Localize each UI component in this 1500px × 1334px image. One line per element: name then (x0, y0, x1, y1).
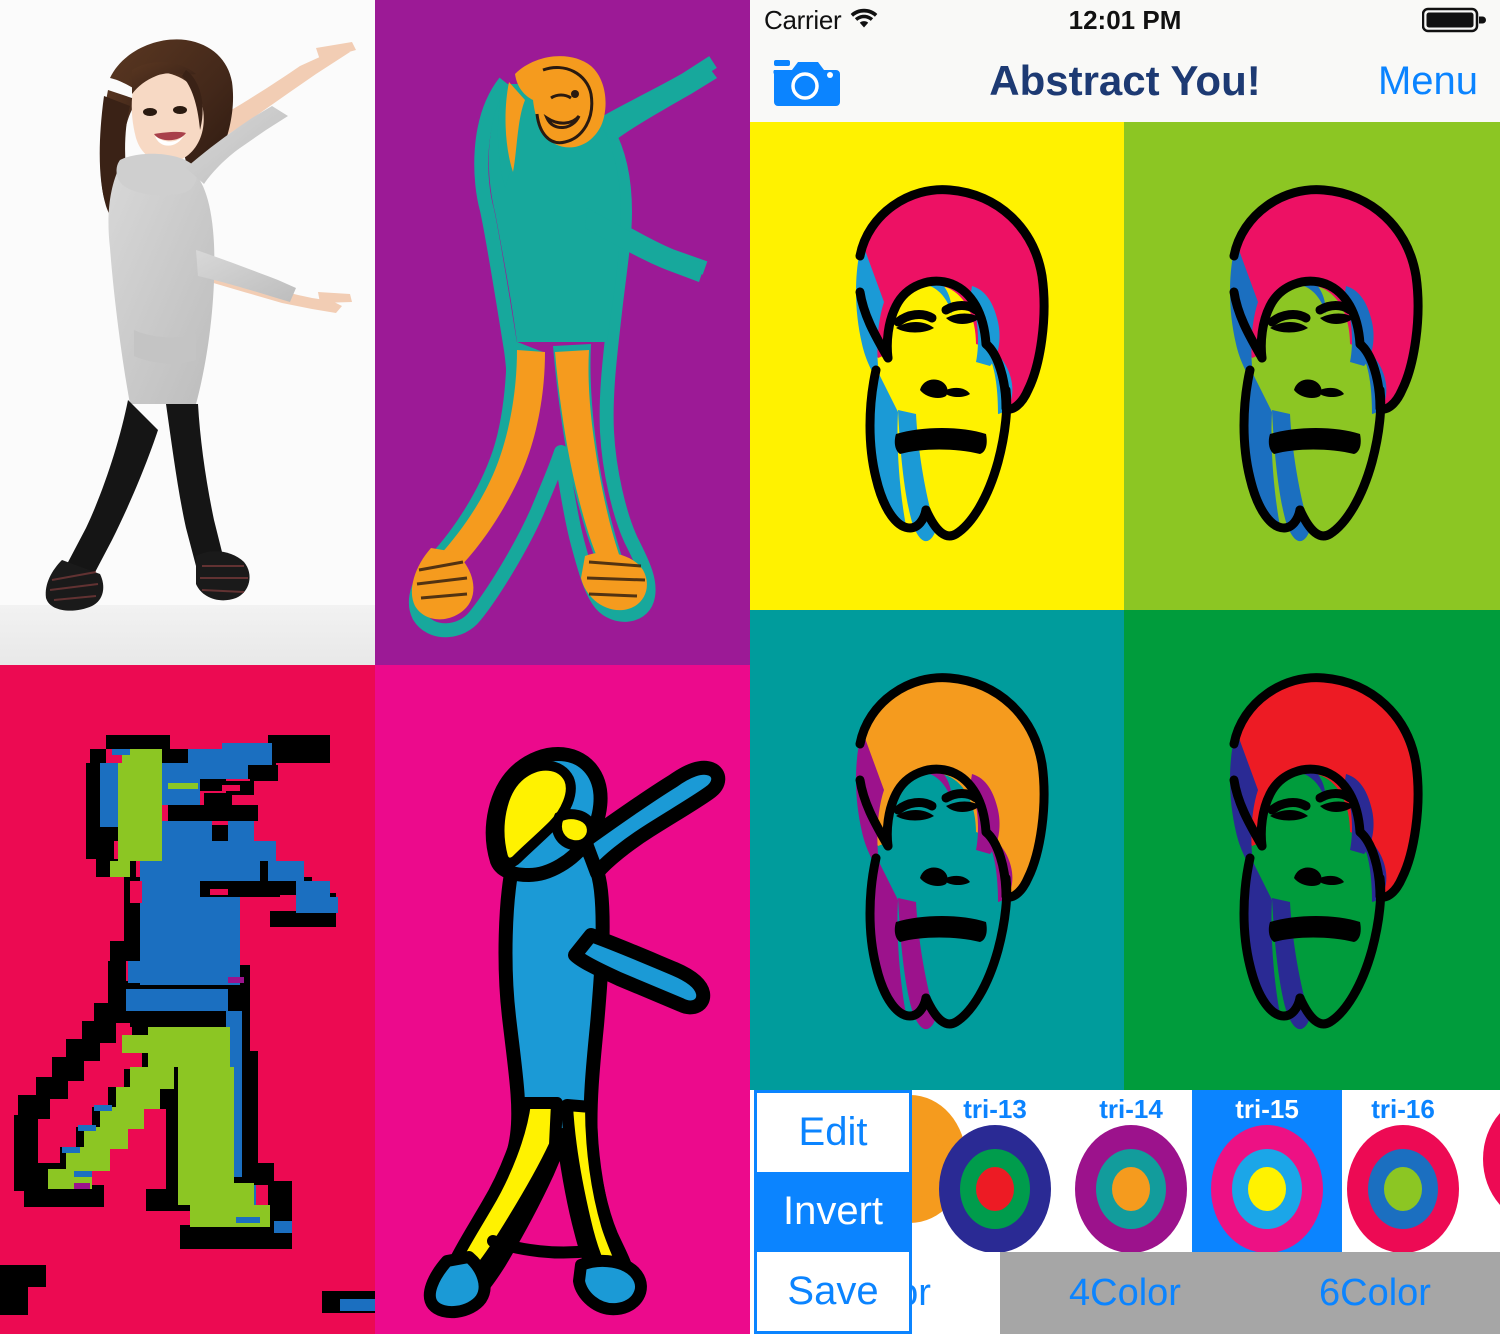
preview-cell-pop-art-teal[interactable] (750, 610, 1124, 1090)
tab-6color[interactable]: 6Color (1250, 1252, 1500, 1334)
artwork-tile-pixel-crimson[interactable] (0, 665, 375, 1334)
carrier-label: Carrier (764, 4, 842, 35)
outline-figure (423, 747, 726, 1319)
palette-wheel-swatch (1483, 1095, 1500, 1223)
preview-grid (750, 122, 1500, 1090)
app-window: Carrier 12:01 PM Abstract You! Menu tri-… (0, 0, 1500, 1334)
invert-button[interactable]: Invert (757, 1172, 909, 1252)
palette-wheel-swatch (1211, 1125, 1323, 1253)
pop-art-face (855, 185, 1049, 542)
tab-4color[interactable]: 4Color (1000, 1252, 1250, 1334)
preview-cell-pop-art-lime[interactable] (1124, 122, 1500, 610)
phone-screen: Carrier 12:01 PM Abstract You! Menu tri-… (750, 0, 1500, 1334)
artwork-tile-outline-magenta[interactable] (375, 665, 750, 1334)
artwork-panel (0, 0, 750, 1334)
battery-full-icon (1422, 5, 1486, 35)
preview-cell-pop-art-yellow[interactable] (750, 122, 1124, 610)
menu-button[interactable]: Menu (1378, 59, 1478, 104)
posterized-figure (408, 56, 717, 638)
pop-art-face (1229, 185, 1423, 542)
wifi-icon (849, 6, 879, 35)
tool-strip: tri-13 tri-14 tri-15 tri-16 Edit Invert … (750, 1090, 1500, 1334)
pop-art-face (855, 673, 1049, 1030)
status-bar: Carrier 12:01 PM (750, 0, 1500, 40)
palette-wheel-swatch (1075, 1125, 1187, 1253)
original-photo-figure (45, 39, 356, 611)
artwork-tile-original-photo[interactable] (0, 0, 375, 665)
palette-wheel-tri-16[interactable]: tri-16 (1328, 1090, 1478, 1255)
palette-wheel-label: tri-14 (1099, 1094, 1163, 1124)
status-bar-left: Carrier (764, 5, 879, 36)
nav-bar: Abstract You! Menu (750, 40, 1500, 122)
palette-wheel-tri-14[interactable]: tri-14 (1056, 1090, 1206, 1255)
pixel-figure (0, 735, 375, 1315)
artwork-tile-posterized-purple[interactable] (375, 0, 750, 665)
preview-cell-pop-art-green[interactable] (1124, 610, 1500, 1090)
palette-wheel-label: tri-13 (963, 1094, 1027, 1124)
save-button[interactable]: Save (757, 1251, 909, 1331)
pop-art-face (1229, 673, 1423, 1030)
edit-button[interactable]: Edit (757, 1093, 909, 1173)
side-action-buttons: Edit Invert Save (754, 1090, 912, 1334)
palette-wheel-swatch (1347, 1125, 1459, 1253)
palette-wheel-partial-right[interactable] (1464, 1090, 1500, 1255)
palette-wheel-swatch (939, 1125, 1051, 1253)
palette-wheel-tri-13[interactable]: tri-13 (920, 1090, 1070, 1255)
palette-wheel-tri-15[interactable]: tri-15 (1192, 1090, 1342, 1255)
camera-icon[interactable] (772, 54, 842, 108)
palette-wheel-label: tri-16 (1371, 1094, 1435, 1124)
palette-wheel-label: tri-15 (1235, 1094, 1299, 1124)
